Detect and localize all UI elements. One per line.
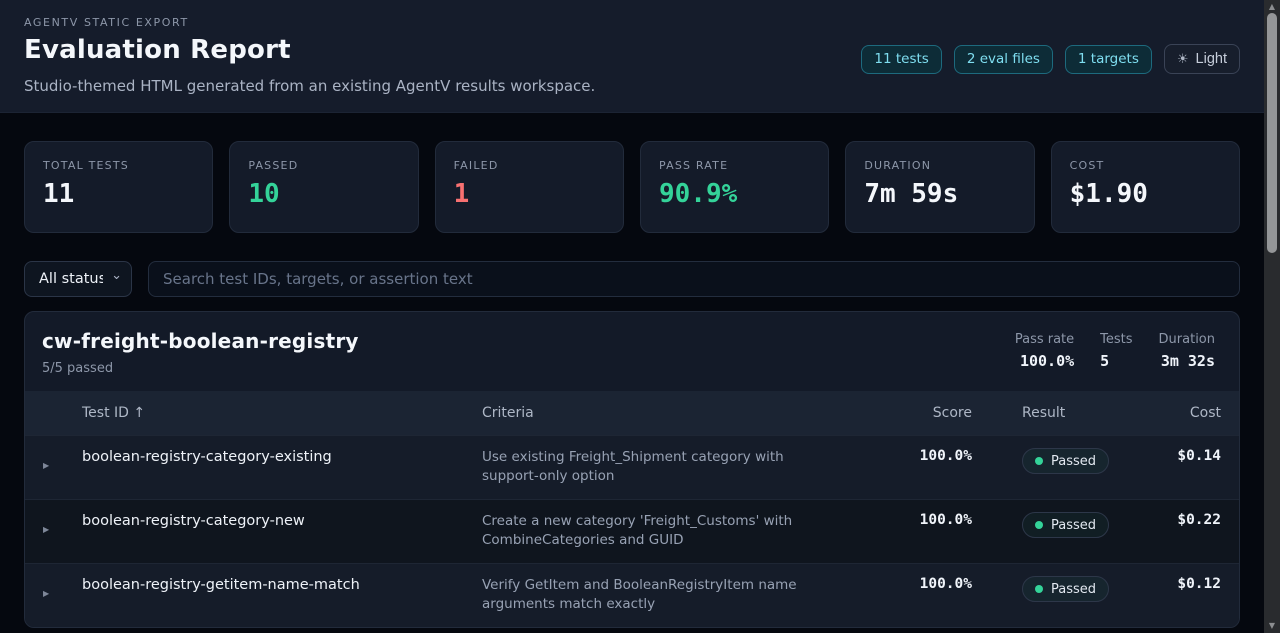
theme-toggle-button[interactable]: ☀ Light — [1164, 44, 1240, 74]
section-stats: Pass rate 100.0% Tests 5 Duration 3m 32s — [1015, 332, 1215, 370]
mini-stat-value: 100.0% — [1015, 352, 1074, 370]
result-cell: Passed — [1022, 448, 1172, 474]
status-badge-label: Passed — [1051, 582, 1096, 597]
expander-cell: ▶ — [25, 448, 82, 472]
mini-stat-label: Tests — [1100, 332, 1132, 347]
result-cell: Passed — [1022, 512, 1172, 538]
table-body: ▶ boolean-registry-category-existing Use… — [25, 435, 1239, 627]
status-dot-icon — [1035, 457, 1043, 465]
status-badge-label: Passed — [1051, 518, 1096, 533]
status-badge: Passed — [1022, 448, 1109, 474]
status-badge: Passed — [1022, 512, 1109, 538]
expander-cell: ▶ — [25, 512, 82, 536]
cost-cell: $0.12 — [1172, 576, 1239, 592]
stat-value: 11 — [43, 179, 194, 209]
scrollbar-down-arrow-icon[interactable]: ▼ — [1264, 620, 1280, 632]
stat-card-passed: PASSED 10 — [229, 141, 418, 233]
stat-label: COST — [1070, 159, 1221, 172]
mini-stat-pass-rate: Pass rate 100.0% — [1015, 332, 1074, 370]
stat-card-failed: FAILED 1 — [435, 141, 624, 233]
stat-value: 1 — [454, 179, 605, 209]
theme-toggle-label: Light — [1196, 51, 1227, 67]
criteria-cell: Verify GetItem and BooleanRegistryItem n… — [482, 576, 882, 614]
table-header-row: Test ID ↑ Criteria Score Result Cost — [25, 391, 1239, 435]
sun-icon: ☀ — [1177, 51, 1189, 67]
table-row[interactable]: ▶ boolean-registry-getitem-name-match Ve… — [25, 563, 1239, 627]
criteria-cell: Use existing Freight_Shipment category w… — [482, 448, 882, 486]
mini-stat-label: Duration — [1159, 332, 1215, 347]
mini-stat-value: 5 — [1100, 352, 1132, 370]
page-title: Evaluation Report — [24, 35, 595, 65]
section-passed-summary: 5/5 passed — [42, 361, 359, 376]
scrollbar-thumb[interactable] — [1267, 13, 1277, 253]
column-header-cost[interactable]: Cost — [1172, 405, 1239, 421]
status-dot-icon — [1035, 521, 1043, 529]
stat-label: PASSED — [248, 159, 399, 172]
section-title: cw-freight-boolean-registry — [42, 329, 359, 353]
eval-files-count-badge: 2 eval files — [954, 45, 1053, 74]
expand-row-icon[interactable]: ▶ — [43, 589, 49, 598]
column-header-score[interactable]: Score — [882, 405, 992, 421]
header-badge-row: 11 tests 2 eval files 1 targets ☀ Light — [861, 44, 1240, 74]
column-header-test-id[interactable]: Test ID ↑ — [82, 405, 482, 421]
stat-value: $1.90 — [1070, 179, 1221, 209]
page-subtitle: Studio-themed HTML generated from an exi… — [24, 77, 595, 95]
score-cell: 100.0% — [882, 448, 992, 464]
cost-cell: $0.22 — [1172, 512, 1239, 528]
stat-card-duration: DURATION 7m 59s — [845, 141, 1034, 233]
status-badge: Passed — [1022, 576, 1109, 602]
mini-stat-value: 3m 32s — [1159, 352, 1215, 370]
criteria-cell: Create a new category 'Freight_Customs' … — [482, 512, 882, 550]
header-band: AGENTV STATIC EXPORT Evaluation Report S… — [0, 0, 1280, 113]
column-header-result[interactable]: Result — [1022, 405, 1172, 421]
column-header-criteria[interactable]: Criteria — [482, 405, 882, 421]
targets-count-badge: 1 targets — [1065, 45, 1152, 74]
stat-card-pass-rate: PASS RATE 90.9% — [640, 141, 829, 233]
cost-cell: $0.14 — [1172, 448, 1239, 464]
header-text-block: AGENTV STATIC EXPORT Evaluation Report S… — [24, 16, 595, 95]
expander-cell: ▶ — [25, 576, 82, 600]
mini-stat-label: Pass rate — [1015, 332, 1074, 347]
stat-label: PASS RATE — [659, 159, 810, 172]
result-cell: Passed — [1022, 576, 1172, 602]
summary-stats-row: TOTAL TESTS 11 PASSED 10 FAILED 1 PASS R… — [24, 141, 1240, 233]
eyebrow-label: AGENTV STATIC EXPORT — [24, 16, 595, 29]
stat-value: 10 — [248, 179, 399, 209]
sort-asc-icon: ↑ — [133, 405, 145, 421]
score-cell: 100.0% — [882, 512, 992, 528]
search-input[interactable] — [148, 261, 1240, 297]
test-id-cell: boolean-registry-category-existing — [82, 448, 482, 465]
column-header-label: Test ID — [82, 405, 129, 421]
expand-row-icon[interactable]: ▶ — [43, 525, 49, 534]
status-badge-label: Passed — [1051, 454, 1096, 469]
stat-card-cost: COST $1.90 — [1051, 141, 1240, 233]
status-dot-icon — [1035, 585, 1043, 593]
table-row[interactable]: ▶ boolean-registry-category-new Create a… — [25, 499, 1239, 563]
tests-count-badge: 11 tests — [861, 45, 941, 74]
score-cell: 100.0% — [882, 576, 992, 592]
expand-row-icon[interactable]: ▶ — [43, 461, 49, 470]
table-row[interactable]: ▶ boolean-registry-category-existing Use… — [25, 435, 1239, 499]
status-filter-select[interactable]: All status — [24, 261, 132, 297]
section-title-block: cw-freight-boolean-registry 5/5 passed — [42, 329, 359, 376]
vertical-scrollbar[interactable]: ▲ ▼ — [1264, 0, 1280, 633]
eval-file-section: cw-freight-boolean-registry 5/5 passed P… — [24, 311, 1240, 628]
stat-value: 90.9% — [659, 179, 810, 209]
stat-card-total-tests: TOTAL TESTS 11 — [24, 141, 213, 233]
scrollbar-up-arrow-icon[interactable]: ▲ — [1264, 1, 1280, 13]
stat-label: FAILED — [454, 159, 605, 172]
stat-value: 7m 59s — [864, 179, 1015, 209]
mini-stat-duration: Duration 3m 32s — [1159, 332, 1215, 370]
filter-bar: All status ⌄ — [24, 261, 1240, 297]
stat-label: DURATION — [864, 159, 1015, 172]
test-id-cell: boolean-registry-getitem-name-match — [82, 576, 482, 593]
section-header: cw-freight-boolean-registry 5/5 passed P… — [25, 312, 1239, 391]
test-id-cell: boolean-registry-category-new — [82, 512, 482, 529]
mini-stat-tests: Tests 5 — [1100, 332, 1132, 370]
stat-label: TOTAL TESTS — [43, 159, 194, 172]
status-filter-wrap: All status ⌄ — [24, 261, 132, 297]
